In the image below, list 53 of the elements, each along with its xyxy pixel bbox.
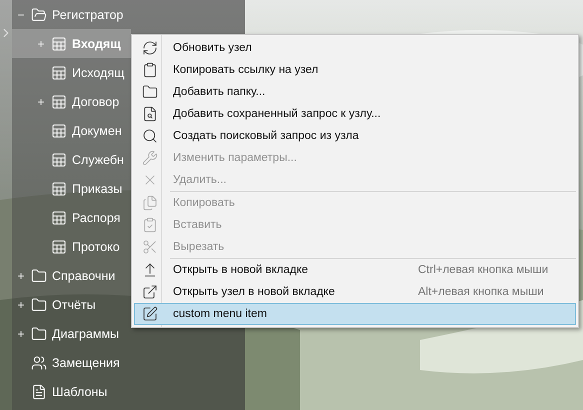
- wrench-icon: [142, 150, 158, 166]
- folder-icon: [31, 326, 47, 342]
- menu-item[interactable]: custom menu item: [134, 303, 576, 325]
- clipboard-check-icon: [142, 217, 158, 233]
- menu-item[interactable]: Создать поисковый запрос из узла: [134, 125, 576, 147]
- menu-item[interactable]: Открыть узел в новой вкладке Alt+левая кнопка мыши: [134, 281, 576, 303]
- tree-item[interactable]: Исходящ: [12, 58, 131, 87]
- menu-item[interactable]: Обновить узел: [134, 37, 576, 59]
- tree-item[interactable]: Протоко: [12, 232, 131, 261]
- table-icon: [51, 210, 67, 226]
- file-search-icon: [142, 106, 158, 122]
- table-icon: [51, 238, 67, 254]
- tree-item[interactable]: Докумен: [12, 116, 131, 145]
- folder-icon: [31, 6, 47, 22]
- menu-item[interactable]: Добавить сохраненный запрос к узлу...: [134, 103, 576, 125]
- folder-icon: [31, 268, 47, 284]
- tree-item[interactable]: Приказы: [12, 174, 131, 203]
- menu-item[interactable]: Открыть в новой вкладке Ctrl+левая кнопка мыши: [134, 259, 576, 281]
- table-icon: [51, 180, 67, 196]
- menu-item[interactable]: Добавить папку...: [134, 81, 576, 103]
- folder-icon: [31, 296, 47, 312]
- tree-item[interactable]: − Регистратор: [12, 0, 131, 29]
- upload-icon: [142, 262, 158, 278]
- folder-icon: [142, 84, 158, 100]
- scissors-icon: [142, 239, 158, 255]
- document-icon: [31, 384, 47, 400]
- tree-item[interactable]: Замещения: [12, 348, 131, 377]
- tree-item[interactable]: + Справочни: [12, 261, 131, 290]
- tree-item[interactable]: + Диаграммы: [12, 319, 131, 348]
- table-icon: [51, 122, 67, 138]
- pencil-icon: [142, 306, 158, 322]
- tree-item[interactable]: Служебн: [12, 145, 131, 174]
- tree-item[interactable]: Распоря: [12, 203, 131, 232]
- table-icon: [51, 36, 67, 52]
- table-icon: [51, 64, 67, 80]
- expand-toggle[interactable]: +: [16, 326, 26, 340]
- table-icon: [51, 152, 67, 168]
- refresh-icon: [142, 40, 158, 56]
- expand-toggle[interactable]: −: [16, 8, 26, 22]
- search-icon: [142, 128, 158, 144]
- expand-toggle[interactable]: +: [16, 268, 26, 282]
- tree-item[interactable]: + Отчёты: [12, 290, 131, 319]
- users-icon: [31, 354, 47, 370]
- tree-item[interactable]: + Договор: [12, 87, 131, 116]
- expand-toggle[interactable]: +: [36, 94, 46, 108]
- expand-toggle[interactable]: +: [16, 298, 26, 312]
- tree-item[interactable]: Шаблоны: [12, 377, 131, 406]
- tree-item[interactable]: + Входящ: [12, 29, 131, 58]
- external-link-icon: [142, 284, 158, 300]
- clipboard-icon: [142, 62, 158, 78]
- table-icon: [51, 94, 67, 110]
- menu-item[interactable]: Копировать ссылку на узел: [134, 59, 576, 81]
- files-icon: [142, 195, 158, 211]
